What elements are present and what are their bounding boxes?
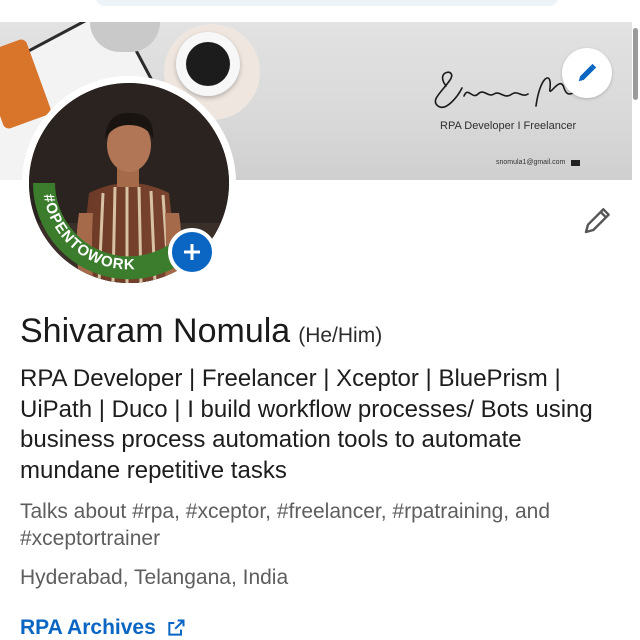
profile-headline: RPA Developer | Freelancer | Xceptor | B… [20, 365, 593, 484]
svg-text:#OPENTOWORK: #OPENTOWORK [40, 193, 136, 274]
profile-name: Shivaram Nomula [20, 312, 291, 350]
external-link-icon [168, 619, 185, 636]
edit-profile-button[interactable] [578, 200, 618, 240]
talks-about: Talks about #rpa, #xceptor, #freelancer,… [20, 500, 551, 550]
website-label: RPA Archives [20, 616, 156, 639]
scrollbar[interactable] [633, 28, 638, 100]
edit-banner-button[interactable] [562, 48, 612, 98]
search-bar-edge[interactable] [96, 0, 558, 6]
add-open-to-work-button[interactable] [168, 228, 216, 276]
pencil-icon [578, 63, 597, 82]
banner-email-row: snomula1@gmail.com [496, 159, 581, 166]
banner-title: RPA Developer I Freelancer [440, 120, 577, 132]
website-link[interactable]: RPA Archives [20, 616, 186, 640]
open-to-work-text: #OPENTOWORK [40, 193, 135, 274]
profile-location: Hyderabad, Telangana, India [20, 566, 289, 589]
banner-coffee [186, 42, 230, 86]
banner-email-text: snomula1@gmail.com [496, 159, 566, 166]
profile-pronouns: (He/Him) [298, 324, 383, 347]
pencil-icon [584, 208, 610, 234]
name-row: Shivaram Nomula (He/Him) [20, 312, 382, 351]
envelope-icon [571, 159, 581, 166]
plus-icon [184, 244, 200, 260]
top-search-bar-area [0, 0, 640, 22]
